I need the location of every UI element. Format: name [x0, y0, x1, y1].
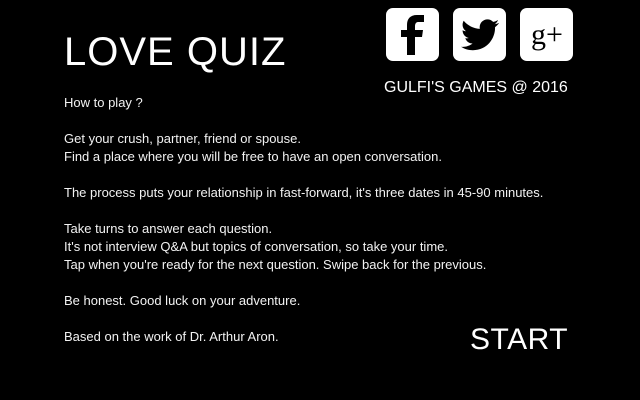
- google-plus-icon: g+: [531, 18, 563, 51]
- instruction-line: Get your crush, partner, friend or spous…: [64, 131, 302, 146]
- instructions-heading: How to play ?: [64, 95, 143, 110]
- google-plus-glyph: g+: [531, 18, 563, 51]
- instructions: How to play ? Get your crush, partner, f…: [64, 94, 584, 346]
- facebook-icon: [400, 14, 424, 55]
- twitter-button[interactable]: [453, 8, 506, 61]
- social-buttons: g+: [386, 8, 573, 61]
- instruction-line: Tap when you're ready for the next quest…: [64, 257, 487, 272]
- twitter-icon: [460, 18, 499, 50]
- instruction-line: Be honest. Good luck on your adventure.: [64, 293, 301, 308]
- instruction-line: Find a place where you will be free to h…: [64, 149, 442, 164]
- instruction-line: The process puts your relationship in fa…: [64, 185, 544, 200]
- instruction-line: It's not interview Q&A but topics of con…: [64, 239, 448, 254]
- instruction-line: Take turns to answer each question.: [64, 221, 273, 236]
- facebook-button[interactable]: [386, 8, 439, 61]
- start-button[interactable]: START: [470, 322, 568, 358]
- google-plus-button[interactable]: g+: [520, 8, 573, 61]
- game-title: LOVE QUIZ: [64, 30, 287, 74]
